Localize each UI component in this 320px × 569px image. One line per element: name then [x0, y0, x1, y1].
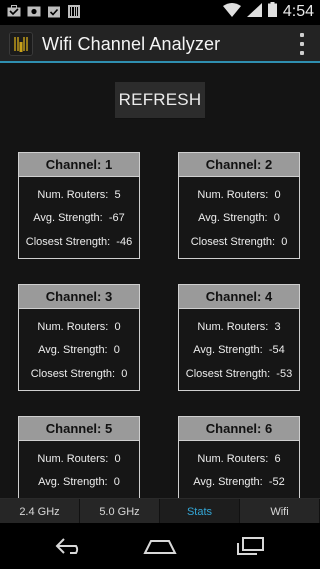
tab-wifi[interactable]: Wifi	[240, 499, 320, 524]
overflow-menu-icon[interactable]	[300, 33, 306, 55]
clock: 4:54	[282, 3, 314, 20]
action-bar: Wifi Channel Analyzer	[0, 25, 320, 63]
status-bar: 4:54	[0, 0, 320, 25]
channel-title: Channel: 2	[179, 153, 299, 177]
recents-icon[interactable]	[230, 533, 270, 559]
app-title: Wifi Channel Analyzer	[42, 34, 221, 54]
battery-icon	[267, 2, 277, 22]
avg-strength-row: Avg. Strength: -67	[33, 212, 125, 224]
channel-title: Channel: 6	[179, 417, 299, 441]
signal-icon	[246, 2, 262, 22]
refresh-button[interactable]: REFRESH	[115, 82, 205, 118]
closest-strength-row: Closest Strength: 0	[190, 236, 288, 248]
closest-strength-row: Closest Strength: 0	[30, 368, 128, 380]
tab-stats[interactable]: Stats	[160, 499, 240, 524]
tab-5-0-ghz[interactable]: 5.0 GHz	[80, 499, 160, 524]
avg-strength-row: Avg. Strength: 0	[198, 212, 280, 224]
tab-2-4-ghz[interactable]: 2.4 GHz	[0, 499, 80, 524]
avg-strength-row: Avg. Strength: -52	[193, 476, 285, 488]
barcode-icon	[66, 4, 81, 18]
channel-title: Channel: 4	[179, 285, 299, 309]
notification-icons	[6, 4, 81, 18]
routers-row: Num. Routers: 6	[197, 453, 281, 465]
routers-row: Num. Routers: 0	[197, 189, 281, 201]
action-bar-divider	[0, 61, 320, 63]
avg-strength-row: Avg. Strength: 0	[38, 476, 120, 488]
briefcase-icon	[6, 4, 21, 18]
routers-row: Num. Routers: 0	[37, 321, 121, 333]
home-icon[interactable]	[140, 533, 180, 559]
channel-title: Channel: 3	[19, 285, 139, 309]
wifi-icon	[222, 2, 241, 22]
closest-strength-row: Closest Strength: -46	[25, 236, 133, 248]
bottom-tabs: 2.4 GHz 5.0 GHz Stats Wifi	[0, 498, 320, 524]
routers-row: Num. Routers: 0	[37, 453, 121, 465]
routers-row: Num. Routers: 5	[37, 189, 121, 201]
navigation-bar	[0, 523, 320, 569]
photo-icon	[26, 4, 41, 18]
app-icon	[9, 32, 33, 56]
channel-card: Channel: 2 Num. Routers: 0 Avg. Strength…	[178, 152, 300, 259]
channel-card: Channel: 1 Num. Routers: 5 Avg. Strength…	[18, 152, 140, 259]
routers-row: Num. Routers: 3	[197, 321, 281, 333]
back-icon[interactable]	[50, 533, 90, 559]
channel-card: Channel: 3 Num. Routers: 0 Avg. Strength…	[18, 284, 140, 391]
channel-title: Channel: 5	[19, 417, 139, 441]
clipboard-icon	[46, 4, 61, 18]
avg-strength-row: Avg. Strength: -54	[193, 344, 285, 356]
channel-card: Channel: 4 Num. Routers: 3 Avg. Strength…	[178, 284, 300, 391]
channel-title: Channel: 1	[19, 153, 139, 177]
avg-strength-row: Avg. Strength: 0	[38, 344, 120, 356]
closest-strength-row: Closest Strength: -53	[185, 368, 293, 380]
